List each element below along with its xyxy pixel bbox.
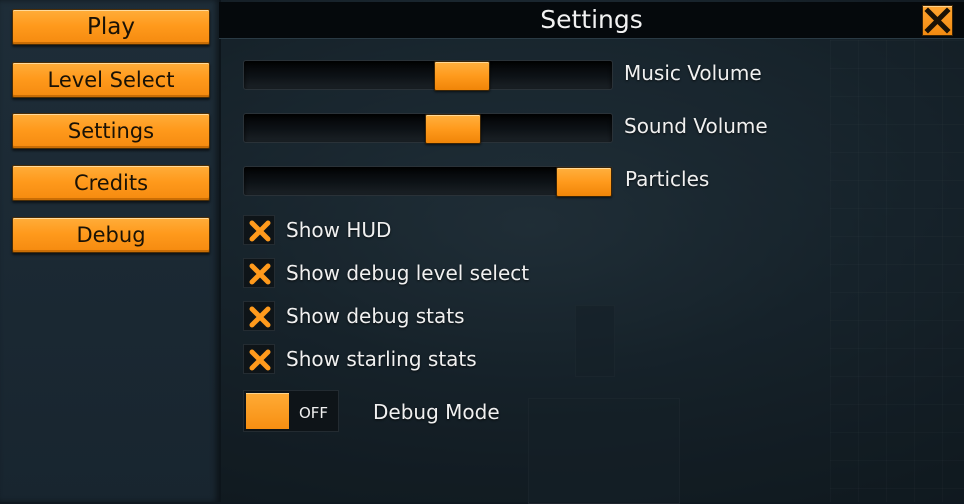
settings-title: Settings	[540, 5, 643, 34]
settings-header: Settings	[219, 2, 964, 39]
show-debug-stats-label: Show debug stats	[286, 304, 465, 328]
music-volume-label: Music Volume	[624, 61, 762, 85]
debug-mode-toggle[interactable]: OFF	[243, 390, 339, 432]
music-volume-handle[interactable]	[434, 61, 491, 91]
check-x-icon	[249, 306, 271, 328]
play-button[interactable]: Play	[12, 9, 210, 45]
show-starling-stats-checkbox[interactable]	[243, 344, 275, 374]
debug-button[interactable]: Debug	[12, 217, 210, 253]
show-debug-level-select-label: Show debug level select	[286, 261, 530, 285]
sound-volume-label: Sound Volume	[624, 114, 768, 138]
show-hud-checkbox[interactable]	[243, 215, 275, 245]
credits-button[interactable]: Credits	[12, 165, 210, 201]
x-icon	[924, 7, 951, 34]
show-debug-level-select-checkbox[interactable]	[243, 258, 275, 288]
toggle-state-text: OFF	[299, 404, 329, 422]
sound-volume-slider[interactable]	[243, 113, 613, 144]
check-x-icon	[249, 263, 271, 285]
settings-button[interactable]: Settings	[12, 113, 210, 149]
music-volume-slider[interactable]	[243, 60, 613, 91]
show-starling-stats-label: Show starling stats	[286, 347, 477, 371]
show-debug-stats-checkbox[interactable]	[243, 301, 275, 331]
close-button[interactable]	[922, 5, 953, 36]
particles-slider[interactable]	[243, 166, 613, 197]
toggle-knob[interactable]	[246, 393, 289, 429]
debug-mode-label: Debug Mode	[373, 400, 500, 424]
main-menu-panel: Play Level Select Settings Credits Debug	[0, 0, 221, 502]
level-select-button[interactable]: Level Select	[12, 62, 210, 98]
check-x-icon	[249, 220, 271, 242]
check-x-icon	[249, 349, 271, 371]
sound-volume-handle[interactable]	[424, 114, 481, 144]
particles-handle[interactable]	[556, 167, 612, 197]
show-hud-label: Show HUD	[286, 218, 392, 242]
particles-label: Particles	[625, 167, 710, 191]
